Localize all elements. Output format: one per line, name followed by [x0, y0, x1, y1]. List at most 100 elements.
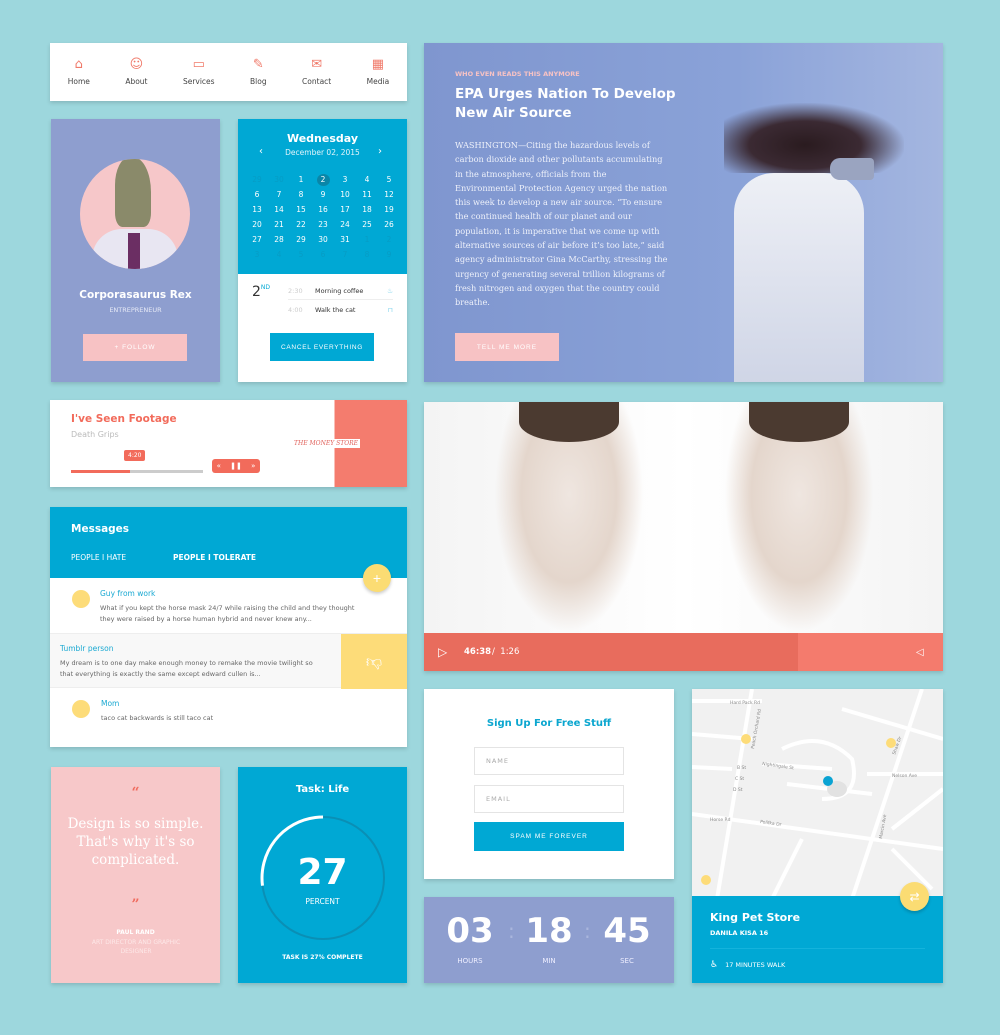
- quote-text: Design is so simple. That's why it's so …: [67, 816, 204, 868]
- calendar-day-cell[interactable]: 12: [378, 189, 400, 201]
- nav-contact[interactable]: ✉ Contact: [302, 58, 331, 87]
- calendar-day-cell[interactable]: 2: [378, 234, 400, 246]
- quote-author: PAUL RAND: [116, 929, 155, 936]
- event-item[interactable]: 4:00 Walk the cat ⊓: [288, 301, 393, 319]
- calendar-day-cell[interactable]: 30: [268, 174, 290, 186]
- street-label: Nightingale St: [762, 761, 795, 771]
- countdown-card: 03 HOURS : 18 MIN : 45 SEC: [424, 897, 674, 983]
- calendar-day-cell[interactable]: 22: [290, 219, 312, 231]
- calendar-day-cell[interactable]: 17: [334, 204, 356, 216]
- thumbs-down-icon[interactable]: 👎︎: [341, 634, 407, 689]
- calendar-day-cell[interactable]: 14: [268, 204, 290, 216]
- calendar-day-cell[interactable]: 30: [312, 234, 334, 246]
- tab-people-i-hate[interactable]: PEOPLE I HATE: [71, 553, 126, 562]
- submit-button[interactable]: SPAM ME FOREVER: [474, 822, 624, 851]
- rewind-icon[interactable]: «: [217, 462, 221, 470]
- calendar-day-cell[interactable]: 11: [356, 189, 378, 201]
- calendar-grid: 29 30 1 2 3 4 5 6 7 8 9 10 11 12 13 14 15 16 17 18 19 20 21 22 2…: [246, 174, 400, 261]
- calendar-day-cell[interactable]: 26: [378, 219, 400, 231]
- calendar-day-cell[interactable]: 3: [334, 174, 356, 186]
- calendar-day-cell[interactable]: 4: [268, 249, 290, 261]
- calendar-day-cell[interactable]: 28: [268, 234, 290, 246]
- street-label: Peach Orchard Rd: [750, 709, 763, 750]
- profile-name: Corporasaurus Rex: [79, 289, 192, 301]
- nav-about[interactable]: ☺ About: [125, 58, 147, 87]
- calendar-day-cell[interactable]: 7: [268, 189, 290, 201]
- calendar-day-cell[interactable]: 16: [312, 204, 334, 216]
- calendar-day-cell[interactable]: 18: [356, 204, 378, 216]
- follow-button[interactable]: + FOLLOW: [83, 334, 187, 361]
- duration: / 1:26: [492, 647, 520, 657]
- quote-author-role: ART DIRECTOR AND GRAPHIC DESIGNER: [91, 939, 181, 955]
- progress-slider[interactable]: [71, 470, 203, 473]
- map-view[interactable]: Hard Pack Rd Peach Orchard Rd Nightingal…: [692, 689, 943, 899]
- calendar-day-cell[interactable]: 21: [268, 219, 290, 231]
- calendar-day-cell[interactable]: 19: [378, 204, 400, 216]
- calendar-day-cell[interactable]: 20: [246, 219, 268, 231]
- chevron-right-icon[interactable]: ›: [378, 146, 382, 157]
- calendar-day-cell[interactable]: 23: [312, 219, 334, 231]
- calendar-day-cell[interactable]: 2: [316, 174, 330, 186]
- calendar-day-cell[interactable]: 4: [356, 174, 378, 186]
- song-title: I've Seen Footage: [71, 413, 177, 425]
- calendar-day-cell[interactable]: 7: [334, 249, 356, 261]
- calendar-day-cell[interactable]: 5: [378, 174, 400, 186]
- quote-card: “ Design is so simple. That's why it's s…: [51, 767, 220, 983]
- calendar-day-cell[interactable]: 1: [290, 174, 312, 186]
- task-footer: TASK IS 27% COMPLETE: [282, 954, 363, 961]
- pause-icon[interactable]: ❚❚: [230, 462, 242, 470]
- street-label: D St: [733, 787, 743, 793]
- event-item[interactable]: 2:30 Morning coffee ♨: [288, 282, 393, 300]
- play-icon[interactable]: ▷: [438, 645, 447, 659]
- list-item[interactable]: Mom taco cat backwards is still taco cat: [50, 689, 407, 744]
- nav-blog[interactable]: ✎ Blog: [250, 57, 267, 87]
- walk-time: ♿︎ 17 MINUTES WALK: [710, 960, 786, 970]
- tell-me-more-button[interactable]: TELL ME MORE: [455, 333, 559, 361]
- nav-home[interactable]: ⌂ Home: [68, 57, 90, 87]
- calendar-day-cell[interactable]: 13: [246, 204, 268, 216]
- article-card: WHO EVEN READS THIS ANYMORE EPA Urges Na…: [424, 43, 943, 382]
- signup-title: Sign Up For Free Stuff: [486, 718, 612, 729]
- coffee-icon: ♨: [387, 286, 393, 295]
- calendar-day-cell[interactable]: 25: [356, 219, 378, 231]
- name-field[interactable]: [474, 747, 624, 775]
- home-icon: ⌂: [74, 57, 83, 72]
- calendar-day-cell[interactable]: 27: [246, 234, 268, 246]
- hair-dryer-photo: [704, 103, 904, 382]
- calendar-day-cell[interactable]: 6: [246, 189, 268, 201]
- calendar-day-cell[interactable]: 8: [290, 189, 312, 201]
- map-card: Hard Pack Rd Peach Orchard Rd Nightingal…: [692, 689, 943, 983]
- video-player: ▷ 46:38 / 1:26 ◁: [424, 402, 943, 671]
- list-item[interactable]: Tumblr person My dream is to one day make…: [50, 633, 407, 689]
- calendar-day-cell[interactable]: 24: [334, 219, 356, 231]
- calendar-day-cell[interactable]: 9: [378, 249, 400, 261]
- cancel-everything-button[interactable]: CANCEL EVERYTHING: [270, 333, 374, 361]
- calendar-day-cell[interactable]: 3: [246, 249, 268, 261]
- directions-button[interactable]: ⇄: [900, 882, 929, 911]
- open-quote-icon: “: [131, 785, 140, 801]
- calendar-day-cell[interactable]: 8: [356, 249, 378, 261]
- calendar-day-cell[interactable]: 6: [312, 249, 334, 261]
- place-name: King Pet Store: [710, 911, 801, 924]
- nav-services[interactable]: ▭ Services: [183, 57, 215, 87]
- calendar-day-cell[interactable]: 31: [334, 234, 356, 246]
- calendar-day-cell[interactable]: 10: [334, 189, 356, 201]
- place-address: DANILA KISA 16: [710, 929, 769, 937]
- volume-icon[interactable]: ◁: [916, 647, 924, 658]
- briefcase-icon: ▭: [192, 57, 205, 72]
- forward-icon[interactable]: »: [251, 462, 255, 470]
- calendar-day-cell[interactable]: 9: [312, 189, 334, 201]
- calendar-day-cell[interactable]: 29: [246, 174, 268, 186]
- tab-people-i-tolerate[interactable]: PEOPLE I TOLERATE: [173, 553, 256, 576]
- pen-icon: ✎: [252, 57, 264, 72]
- nav-media[interactable]: ▦ Media: [367, 57, 390, 87]
- task-value: 27: [297, 852, 348, 893]
- calendar-day-cell[interactable]: 15: [290, 204, 312, 216]
- video-frame[interactable]: [424, 402, 943, 633]
- calendar-day-cell[interactable]: 29: [290, 234, 312, 246]
- calendar-day-cell[interactable]: 5: [290, 249, 312, 261]
- calendar-day-cell[interactable]: 1: [356, 234, 378, 246]
- email-field[interactable]: [474, 785, 624, 813]
- list-item[interactable]: Guy from work What if you kept the horse …: [50, 579, 407, 634]
- film-icon: ▦: [371, 57, 385, 72]
